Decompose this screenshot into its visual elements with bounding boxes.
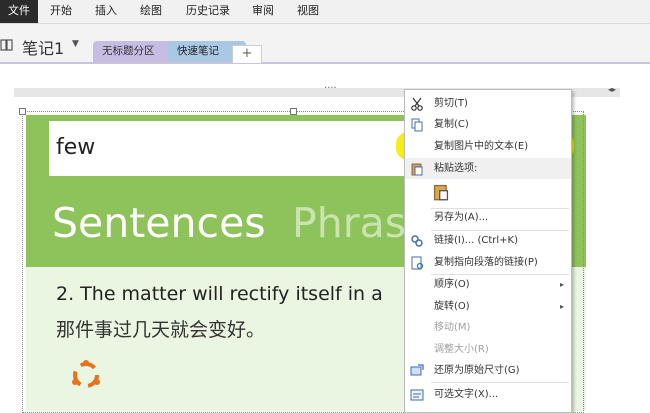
menu-item-paste-option-keep[interactable]	[405, 180, 571, 206]
notebook-icon[interactable]	[0, 38, 14, 52]
menu-item-label: 调整大小(R)	[434, 344, 489, 355]
menu-item-label: 链接(I)... (Ctrl+K)	[434, 235, 518, 246]
section-tab-untitled[interactable]: 无标题分区	[93, 41, 178, 62]
tab-file[interactable]: 文件	[0, 0, 38, 23]
context-menu: 剪切(T) 复制(C) 复制图片中的文本(E) 粘贴选项: 另存为(A)... …	[404, 89, 572, 413]
tab-draw[interactable]: 绘图	[140, 0, 162, 23]
menu-item-rotate[interactable]: 旋转(O) ▸	[405, 296, 571, 317]
menu-item-label: 可选文字(X)...	[434, 389, 499, 400]
menu-item-label: 复制(C)	[434, 119, 469, 130]
menu-item-move: 移动(M)	[405, 317, 571, 338]
menu-item-alt-text[interactable]: 可选文字(X)...	[405, 384, 571, 405]
tab-insert[interactable]: 插入	[95, 0, 117, 23]
menu-separator	[431, 382, 569, 383]
resize-handle-top-left[interactable]	[19, 108, 26, 115]
copy-icon	[411, 118, 423, 132]
resize-handle-top[interactable]	[290, 108, 297, 115]
chevron-down-icon[interactable]: ▼	[72, 39, 79, 49]
add-section-button[interactable]: +	[232, 45, 262, 63]
menu-item-label: 另存为(A)...	[434, 212, 489, 223]
tab-history[interactable]: 历史记录	[186, 0, 230, 23]
menu-item-resize: 调整大小(R)	[405, 339, 571, 360]
ribbon-tab-bar: 文件 开始 插入 绘图 历史记录 审阅 视图	[0, 0, 650, 24]
menu-item-label: 粘贴选项:	[434, 163, 478, 174]
tab-home[interactable]: 开始	[50, 0, 72, 23]
paste-icon	[411, 163, 423, 176]
menu-item-copy[interactable]: 复制(C)	[405, 114, 571, 135]
menu-item-paste-options: 粘贴选项:	[405, 158, 571, 179]
restore-size-icon	[410, 364, 424, 376]
submenu-arrow-icon: ▸	[559, 280, 564, 289]
menu-item-label: 移动(M)	[434, 322, 471, 333]
menu-item-restore-size[interactable]: 还原为原始尺寸(G)	[405, 360, 571, 381]
collapse-icon[interactable]: ◂▸	[608, 85, 616, 94]
menu-item-copy-text-from-picture[interactable]: 复制图片中的文本(E)	[405, 136, 571, 157]
menu-item-label: 旋转(O)	[434, 301, 470, 312]
scissors-icon	[411, 97, 423, 111]
menu-item-label: 剪切(T)	[434, 98, 468, 109]
tab-view[interactable]: 视图	[297, 0, 319, 23]
menu-item-order[interactable]: 顺序(O) ▸	[405, 274, 571, 295]
menu-item-cut[interactable]: 剪切(T)	[405, 93, 571, 114]
menu-item-save-as[interactable]: 另存为(A)...	[405, 207, 571, 228]
menu-item-copy-paragraph-link[interactable]: 复制指向段落的链接(P)	[405, 252, 571, 273]
menu-item-label: 顺序(O)	[434, 279, 470, 290]
menu-item-label: 复制指向段落的链接(P)	[434, 257, 538, 268]
tab-review[interactable]: 审阅	[252, 0, 274, 23]
alt-text-icon	[410, 389, 424, 401]
drag-handle-icon[interactable]: ····	[324, 83, 337, 94]
menu-item-link[interactable]: 链接(I)... (Ctrl+K)	[405, 230, 571, 251]
paste-option-icon[interactable]	[432, 183, 450, 201]
paragraph-link-icon	[411, 256, 424, 270]
link-icon	[411, 235, 423, 247]
notebook-name[interactable]: 笔记1	[22, 35, 64, 59]
notebook-bar: 笔记1 ▼ 无标题分区 快速笔记 +	[0, 24, 650, 64]
submenu-arrow-icon: ▸	[559, 302, 564, 311]
menu-item-label: 复制图片中的文本(E)	[434, 141, 529, 152]
menu-item-label: 还原为原始尺寸(G)	[434, 365, 520, 376]
